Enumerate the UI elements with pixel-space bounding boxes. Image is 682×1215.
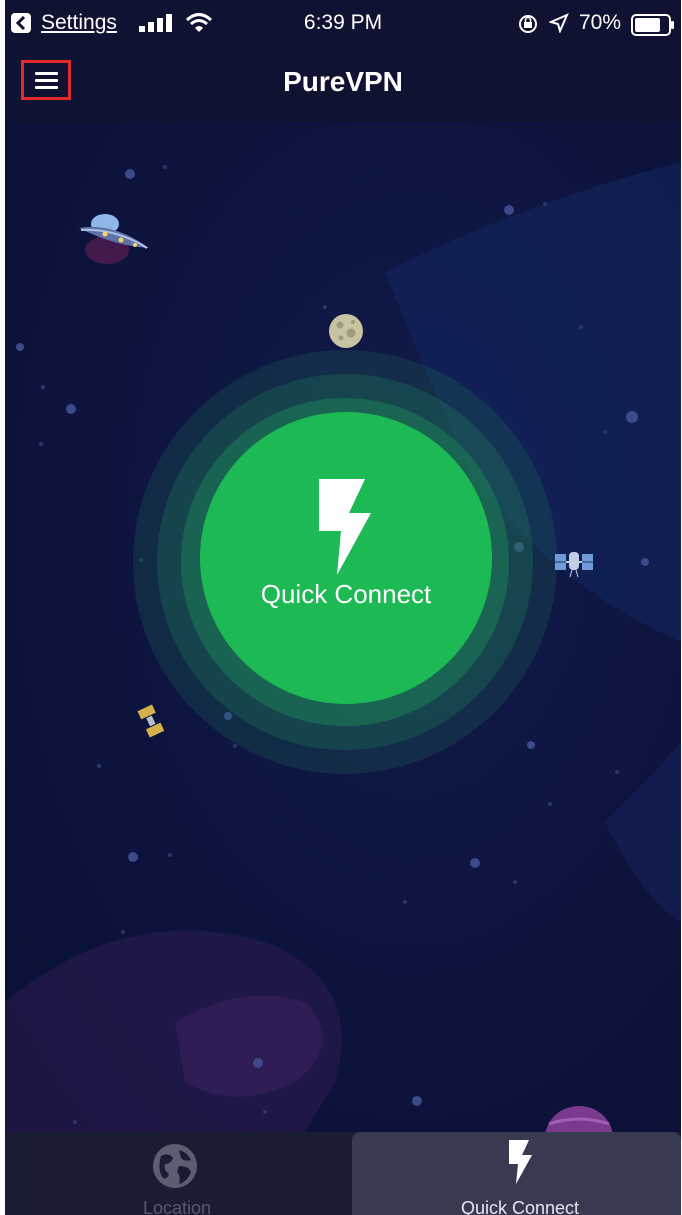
space-background: Quick Connect [5,122,681,1132]
location-arrow-icon [548,13,569,39]
quick-connect-button[interactable]: Quick Connect [200,412,492,704]
lightning-bolt-icon [507,1140,533,1189]
app-screen: Settings 6:39 PM 70% PureVPN Quick Conne… [5,0,681,1215]
planet-illustration [539,1104,619,1132]
globe-icon [151,1142,199,1195]
satellite-illustration [137,704,167,743]
status-bar: Settings 6:39 PM 70% [5,0,681,50]
navigation-bar: PureVPN [5,50,681,122]
satellite-illustration [554,550,594,583]
battery-icon [631,14,675,42]
tab-quick-connect[interactable]: Quick Connect [352,1132,681,1215]
tab-quick-connect-label: Quick Connect [460,1198,580,1215]
rotation-lock-icon [517,13,539,41]
ufo-illustration [75,204,155,271]
tab-location[interactable]: Location [5,1132,349,1215]
quick-connect-label: Quick Connect [260,579,432,609]
lightning-bolt-icon [315,479,375,580]
moon-illustration [327,312,365,355]
app-title: PureVPN [283,66,403,97]
tab-bar: Location Quick Connect [5,1132,681,1215]
battery-percentage: 70% [579,11,622,34]
tab-location-label: Location [142,1198,212,1215]
